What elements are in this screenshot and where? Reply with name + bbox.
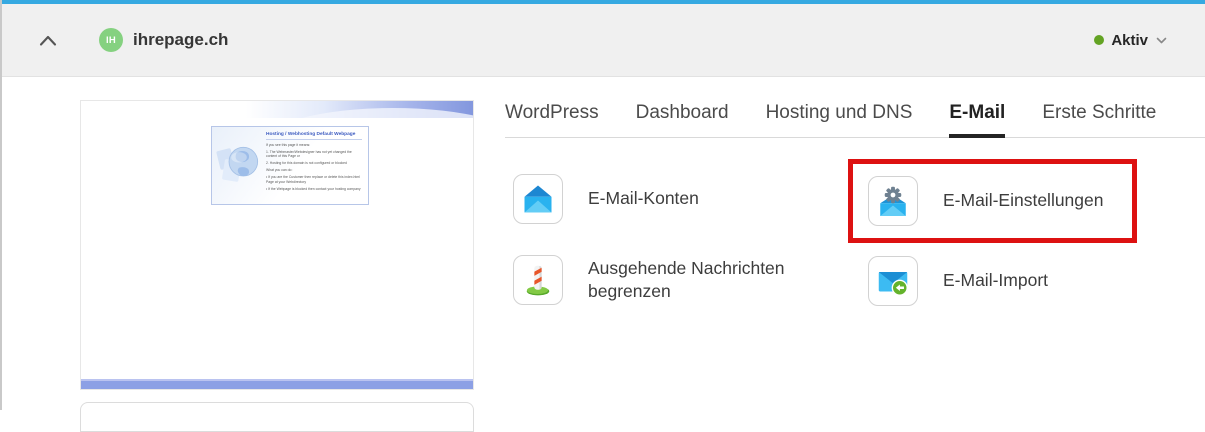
domain-card: IH ihrepage.ch Aktiv xyxy=(0,0,1205,410)
email-import-item[interactable]: E-Mail-Import xyxy=(868,256,1048,306)
domain-name: ihrepage.ch xyxy=(133,30,228,50)
email-accounts-label: E-Mail-Konten xyxy=(588,187,699,210)
preview-line: What you can do: xyxy=(266,168,362,172)
tab-erste-schritte[interactable]: Erste Schritte xyxy=(1042,102,1156,137)
status-dropdown[interactable]: Aktiv xyxy=(1094,32,1167,49)
site-preview-thumbnail[interactable]: Hosting / Webhosting Default Webpage If … xyxy=(80,100,474,390)
limit-outgoing-messages-item[interactable]: Ausgehende Nachrichten begrenzen xyxy=(513,255,838,305)
preview-content-box: Hosting / Webhosting Default Webpage If … xyxy=(211,126,369,205)
domain-tabs: WordPress Dashboard Hosting und DNS E-Ma… xyxy=(505,102,1205,138)
preview-line: • If the Webpage is blocked then contact… xyxy=(266,187,362,191)
email-settings-label: E-Mail-Einstellungen xyxy=(943,189,1104,212)
limit-outgoing-messages-label: Ausgehende Nachrichten begrenzen xyxy=(588,257,838,303)
preview-page-header xyxy=(81,101,473,118)
preview-text: Hosting / Webhosting Default Webpage If … xyxy=(266,127,368,204)
preview-line: • If you are the Customer then replace o… xyxy=(266,175,362,184)
chevron-up-icon xyxy=(39,35,57,46)
status-dot-icon xyxy=(1094,35,1104,45)
status-label: Aktiv xyxy=(1111,32,1148,49)
next-card-edge xyxy=(80,402,474,432)
tab-email[interactable]: E-Mail xyxy=(949,102,1005,137)
tab-dashboard[interactable]: Dashboard xyxy=(636,102,729,137)
preview-line: 1. The Webmaster/Webdesigner has not yet… xyxy=(266,150,362,159)
chevron-down-icon xyxy=(1156,37,1167,44)
collapse-button[interactable] xyxy=(38,30,58,50)
email-import-label: E-Mail-Import xyxy=(943,269,1048,292)
domain-header: IH ihrepage.ch Aktiv xyxy=(2,4,1205,77)
preview-line: If you see this page it means: xyxy=(266,143,362,147)
preview-title: Hosting / Webhosting Default Webpage xyxy=(266,132,362,140)
mail-settings-icon xyxy=(868,176,918,226)
email-settings-item[interactable]: E-Mail-Einstellungen xyxy=(868,176,1104,226)
mail-import-icon xyxy=(868,256,918,306)
limit-post-icon xyxy=(513,255,563,305)
mail-open-icon xyxy=(513,174,563,224)
preview-page-footer xyxy=(81,379,473,389)
tab-wordpress[interactable]: WordPress xyxy=(505,102,599,137)
email-accounts-item[interactable]: E-Mail-Konten xyxy=(513,174,699,224)
tab-hosting-und-dns[interactable]: Hosting und DNS xyxy=(766,102,913,137)
globe-graphic-icon xyxy=(212,127,266,204)
domain-avatar: IH xyxy=(99,28,123,52)
preview-line: 2. Hosting for this domain is not config… xyxy=(266,161,362,165)
